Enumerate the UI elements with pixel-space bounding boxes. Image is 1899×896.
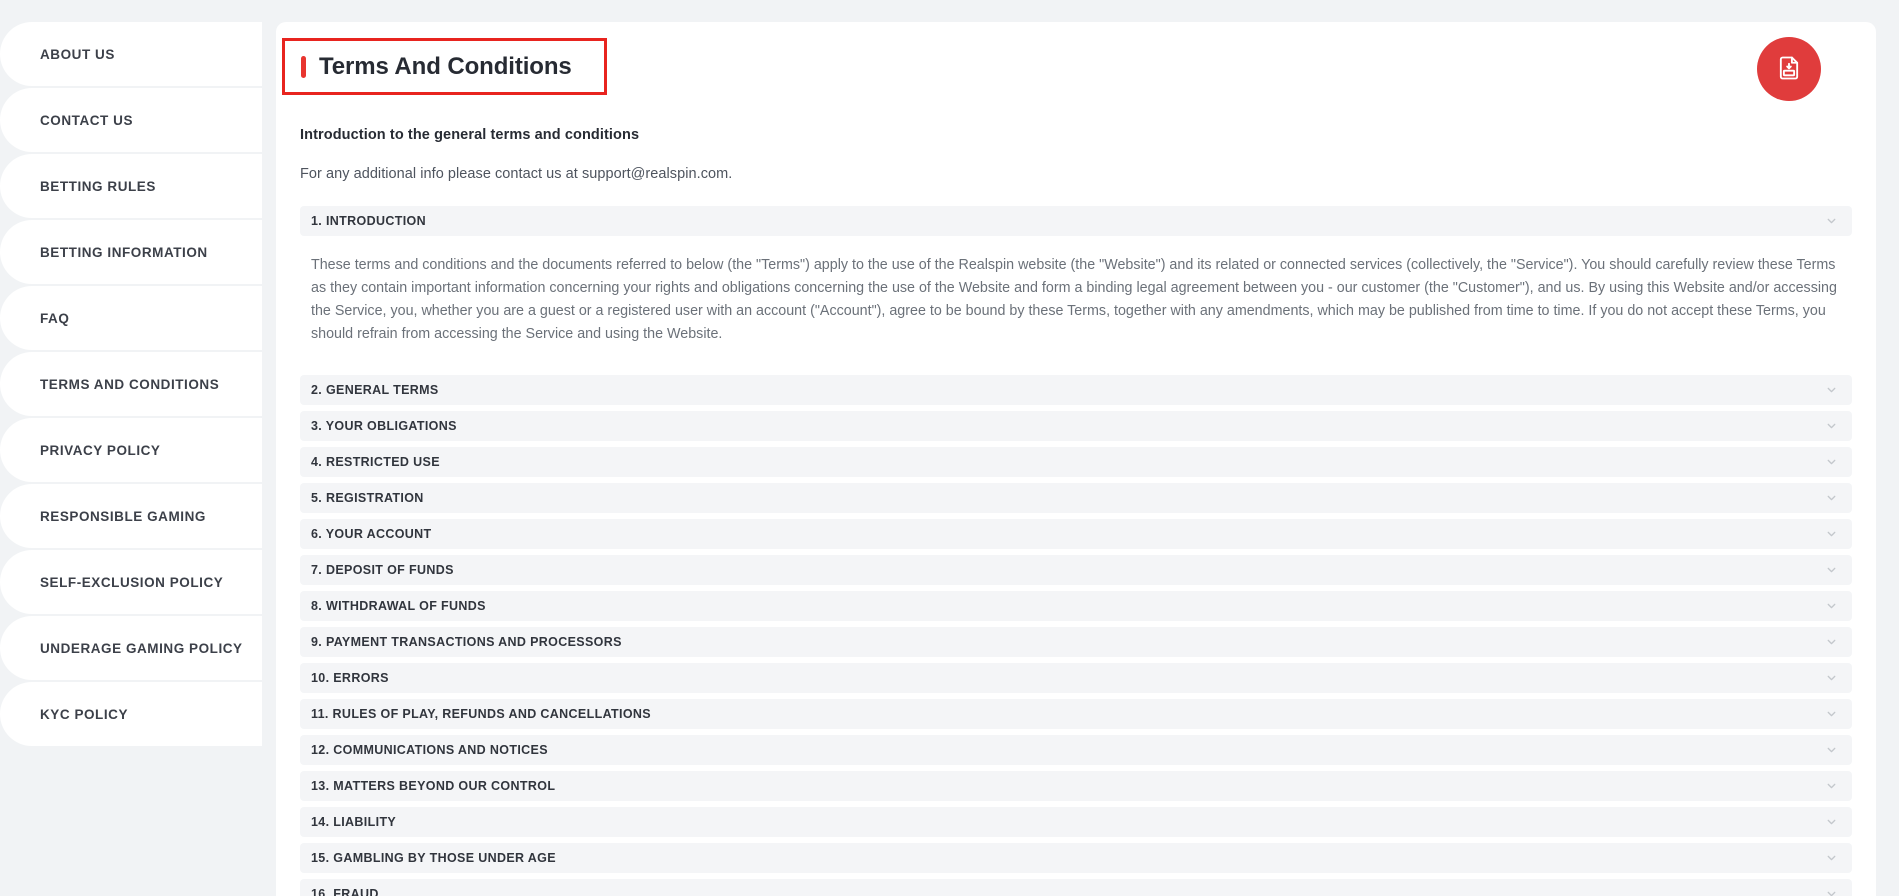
- sidebar-item-underage-gaming-policy[interactable]: UNDERAGE GAMING POLICY: [0, 616, 262, 680]
- accordion-header[interactable]: 9. PAYMENT TRANSACTIONS AND PROCESSORS: [300, 626, 1852, 657]
- accordion-body: These terms and conditions and the docum…: [311, 257, 1837, 343]
- sidebar-item-privacy-policy[interactable]: PRIVACY POLICY: [0, 418, 262, 482]
- sidebar-item-kyc-policy[interactable]: KYC POLICY: [0, 682, 262, 746]
- intro-heading: Introduction to the general terms and co…: [300, 127, 640, 143]
- accordion-header[interactable]: 16. FRAUD: [300, 878, 1852, 896]
- page-title-highlight-box: Terms And Conditions: [282, 38, 607, 95]
- accordion-item: 10. ERRORS: [300, 662, 1852, 693]
- accordion-item: 13. MATTERS BEYOND OUR CONTROL: [300, 770, 1852, 801]
- accordion-label: 15. GAMBLING BY THOSE UNDER AGE: [311, 850, 556, 865]
- accordion-item: 14. LIABILITY: [300, 806, 1852, 837]
- accordion-header[interactable]: 10. ERRORS: [300, 662, 1852, 693]
- accordion-label: 3. YOUR OBLIGATIONS: [311, 418, 457, 433]
- accordion-item: 2. GENERAL TERMS: [300, 374, 1852, 405]
- sidebar-item-about-us[interactable]: ABOUT US: [0, 22, 262, 86]
- accordion-header[interactable]: 6. YOUR ACCOUNT: [300, 518, 1852, 549]
- sidebar-nav: ABOUT US CONTACT US BETTING RULES BETTING I…: [0, 22, 262, 748]
- accordion-label: 6. YOUR ACCOUNT: [311, 526, 432, 541]
- accordion-item: 12. COMMUNICATIONS AND NOTICES: [300, 734, 1852, 765]
- accordion-header[interactable]: 7. DEPOSIT OF FUNDS: [300, 554, 1852, 585]
- sidebar-item-responsible-gaming[interactable]: RESPONSIBLE GAMING: [0, 484, 262, 548]
- accordion-item: 8. WITHDRAWAL OF FUNDS: [300, 590, 1852, 621]
- intro-text: For any additional info please contact u…: [300, 166, 733, 182]
- page-root: ABOUT US CONTACT US BETTING RULES BETTING I…: [0, 0, 1899, 896]
- accordion-header[interactable]: 2. GENERAL TERMS: [300, 374, 1852, 405]
- sidebar-item-label: CONTACT US: [40, 112, 133, 128]
- sidebar-item-label: KYC POLICY: [40, 706, 129, 722]
- accordion-label: 14. LIABILITY: [311, 814, 397, 829]
- pdf-download-icon: [1775, 54, 1803, 85]
- accordion-item: 4. RESTRICTED USE: [300, 446, 1852, 477]
- accordion-header[interactable]: 15. GAMBLING BY THOSE UNDER AGE: [300, 842, 1852, 873]
- accordion-item: 16. FRAUD: [300, 878, 1852, 896]
- sidebar-item-betting-information[interactable]: BETTING INFORMATION: [0, 220, 262, 284]
- accordion-header[interactable]: 4. RESTRICTED USE: [300, 446, 1852, 477]
- accordion-header[interactable]: 8. WITHDRAWAL OF FUNDS: [300, 590, 1852, 621]
- sidebar-item-label: ABOUT US: [40, 46, 115, 62]
- accordion-label: 16. FRAUD: [311, 886, 379, 896]
- sidebar-item-self-exclusion-policy[interactable]: SELF-EXCLUSION POLICY: [0, 550, 262, 614]
- accordion-item: 15. GAMBLING BY THOSE UNDER AGE: [300, 842, 1852, 873]
- sidebar-item-faq[interactable]: FAQ: [0, 286, 262, 350]
- accordion-header[interactable]: 5. REGISTRATION: [300, 482, 1852, 513]
- accordion-label: 12. COMMUNICATIONS AND NOTICES: [311, 742, 548, 757]
- accordion-label: 1. INTRODUCTION: [311, 214, 426, 228]
- accordion-item: 5. REGISTRATION: [300, 482, 1852, 513]
- accordion-item: 6. YOUR ACCOUNT: [300, 518, 1852, 549]
- accordion-header[interactable]: 13. MATTERS BEYOND OUR CONTROL: [300, 770, 1852, 801]
- accordion-item: 3. YOUR OBLIGATIONS: [300, 410, 1852, 441]
- accordion-label: 2. GENERAL TERMS: [311, 382, 439, 397]
- accordion-item: 11. RULES OF PLAY, REFUNDS AND CANCELLAT…: [300, 698, 1852, 729]
- sidebar-item-label: SELF-EXCLUSION POLICY: [40, 574, 224, 590]
- sidebar-item-betting-rules[interactable]: BETTING RULES: [0, 154, 262, 218]
- accordion-item: 1. INTRODUCTION These terms and condition…: [300, 206, 1852, 369]
- title-accent-bar: [301, 55, 306, 78]
- sidebar-item-label: UNDERAGE GAMING POLICY: [40, 640, 243, 656]
- sidebar-item-contact-us[interactable]: CONTACT US: [0, 88, 262, 152]
- accordion-header[interactable]: 1. INTRODUCTION: [300, 206, 1852, 236]
- sidebar-item-label: RESPONSIBLE GAMING: [40, 508, 206, 524]
- content-body: Introduction to the general terms and co…: [300, 127, 1852, 896]
- accordion-label: 10. ERRORS: [311, 670, 389, 685]
- accordion-label: 8. WITHDRAWAL OF FUNDS: [311, 598, 486, 613]
- accordion-header[interactable]: 11. RULES OF PLAY, REFUNDS AND CANCELLAT…: [300, 698, 1852, 729]
- accordion-label: 11. RULES OF PLAY, REFUNDS AND CANCELLAT…: [311, 706, 651, 721]
- accordion-label: 5. REGISTRATION: [311, 490, 424, 505]
- download-pdf-button[interactable]: [1757, 37, 1821, 101]
- sidebar-item-label: PRIVACY POLICY: [40, 442, 161, 458]
- sidebar-item-label: BETTING INFORMATION: [40, 244, 208, 260]
- accordion-label: 13. MATTERS BEYOND OUR CONTROL: [311, 778, 556, 793]
- accordion-item: 9. PAYMENT TRANSACTIONS AND PROCESSORS: [300, 626, 1852, 657]
- accordion-label: 7. DEPOSIT OF FUNDS: [311, 562, 454, 577]
- page-title: Terms And Conditions: [319, 52, 572, 80]
- accordion-header[interactable]: 12. COMMUNICATIONS AND NOTICES: [300, 734, 1852, 765]
- sidebar-item-label: BETTING RULES: [40, 178, 156, 194]
- accordion-item: 7. DEPOSIT OF FUNDS: [300, 554, 1852, 585]
- terms-accordion: 1. INTRODUCTION These terms and condition…: [300, 206, 1852, 896]
- accordion-header[interactable]: 3. YOUR OBLIGATIONS: [300, 410, 1852, 441]
- accordion-label: 4. RESTRICTED USE: [311, 454, 440, 469]
- sidebar-item-label: TERMS AND CONDITIONS: [40, 376, 220, 392]
- accordion-label: 9. PAYMENT TRANSACTIONS AND PROCESSORS: [311, 634, 622, 649]
- sidebar-item-terms-and-conditions[interactable]: TERMS AND CONDITIONS: [0, 352, 262, 416]
- content-panel: Terms And Conditions Introduction to the…: [276, 22, 1876, 896]
- sidebar-item-label: FAQ: [40, 310, 70, 326]
- accordion-header[interactable]: 14. LIABILITY: [300, 806, 1852, 837]
